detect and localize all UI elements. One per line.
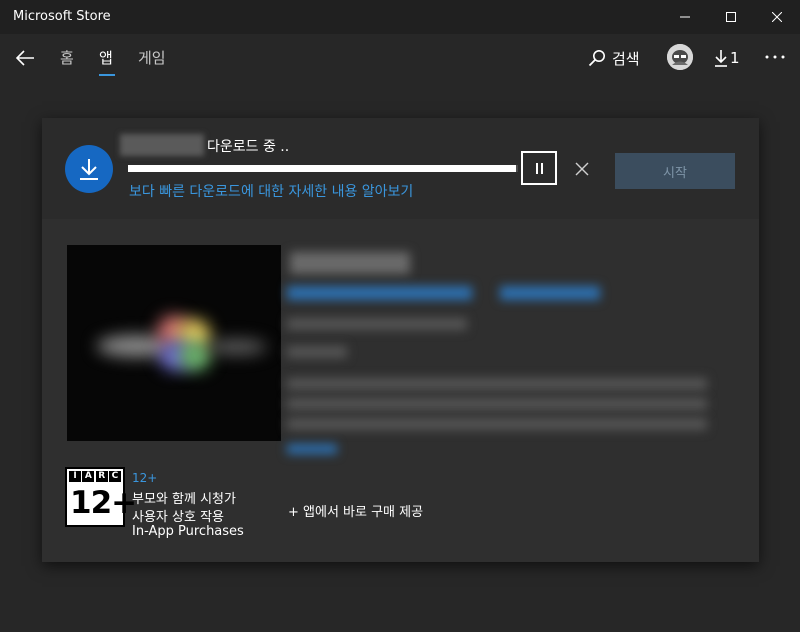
download-icon <box>80 159 98 180</box>
back-arrow-icon <box>15 50 34 66</box>
rating-redacted <box>287 346 347 358</box>
maximize-icon <box>726 12 736 22</box>
iarc-letter: R <box>95 471 108 482</box>
tab-home[interactable]: 홈 <box>60 47 74 68</box>
iarc-letter: I <box>69 471 81 482</box>
avatar[interactable] <box>667 44 693 70</box>
rating-interaction: 사용자 상호 작용 <box>132 510 224 525</box>
window-title: Microsoft Store <box>13 9 111 24</box>
minimize-button[interactable] <box>662 0 708 34</box>
download-progress-bar <box>128 165 518 172</box>
faster-download-link[interactable]: 보다 빠른 다운로드에 대한 자세한 내용 알아보기 <box>129 181 413 201</box>
downloads-button[interactable]: 1 <box>714 46 740 70</box>
category-redacted <box>500 286 600 300</box>
close-icon <box>772 12 782 22</box>
avatar-image <box>667 44 693 70</box>
description-redacted <box>287 378 707 390</box>
more-link-redacted <box>287 444 337 454</box>
description-redacted <box>287 418 707 430</box>
rating-descriptor: 부모와 함께 시청가 <box>132 492 236 507</box>
close-window-button[interactable] <box>754 0 800 34</box>
search-button[interactable]: 검색 <box>588 46 640 70</box>
product-card: 다운로드 중 .. 시작 보다 빠른 다운로드에 대한 자세한 내용 알아보기 <box>42 118 759 562</box>
start-button[interactable]: 시작 <box>615 153 735 189</box>
app-name-redacted <box>120 134 204 156</box>
download-status-icon <box>65 145 113 193</box>
pause-icon-bar <box>540 162 543 174</box>
download-icon <box>715 50 727 67</box>
active-tab-indicator <box>99 74 115 76</box>
maximize-button[interactable] <box>708 0 754 34</box>
product-title-redacted <box>290 252 410 274</box>
iarc-rating-badge: I A R C 12+ <box>65 467 137 527</box>
search-icon <box>588 50 605 67</box>
image-blob <box>207 339 267 355</box>
download-progress-fill <box>128 165 517 172</box>
description-redacted <box>287 398 707 410</box>
rating-purchases: In-App Purchases <box>132 524 244 539</box>
iarc-letter: A <box>82 471 95 482</box>
tab-games[interactable]: 게임 <box>138 47 166 68</box>
download-panel: 다운로드 중 .. 시작 보다 빠른 다운로드에 대한 자세한 내용 알아보기 <box>42 118 759 219</box>
share-redacted <box>287 318 467 330</box>
search-label: 검색 <box>612 49 640 68</box>
minimize-icon <box>680 16 690 18</box>
close-icon <box>575 162 589 176</box>
download-status-text: 다운로드 중 .. <box>207 139 290 155</box>
more-icon <box>765 55 785 59</box>
iarc-letter: C <box>108 471 121 482</box>
iarc-letters: I A R C <box>69 471 121 482</box>
back-button[interactable] <box>13 46 37 70</box>
publisher-redacted <box>287 286 472 300</box>
nav-bar: 홈 앱 게임 검색 1 <box>0 34 800 84</box>
iarc-age: 12+ <box>70 485 137 521</box>
pause-button[interactable] <box>521 151 557 185</box>
rating-age-link[interactable]: 12+ <box>132 471 157 485</box>
title-bar: Microsoft Store <box>0 0 800 34</box>
tab-apps[interactable]: 앱 <box>99 47 113 68</box>
in-app-purchase-note: + 앱에서 바로 구매 제공 <box>288 505 424 520</box>
more-button[interactable] <box>764 45 786 69</box>
cancel-download-button[interactable] <box>571 158 593 180</box>
product-image-blurred <box>67 245 281 441</box>
pause-icon <box>535 162 538 174</box>
downloads-count: 1 <box>730 49 740 67</box>
